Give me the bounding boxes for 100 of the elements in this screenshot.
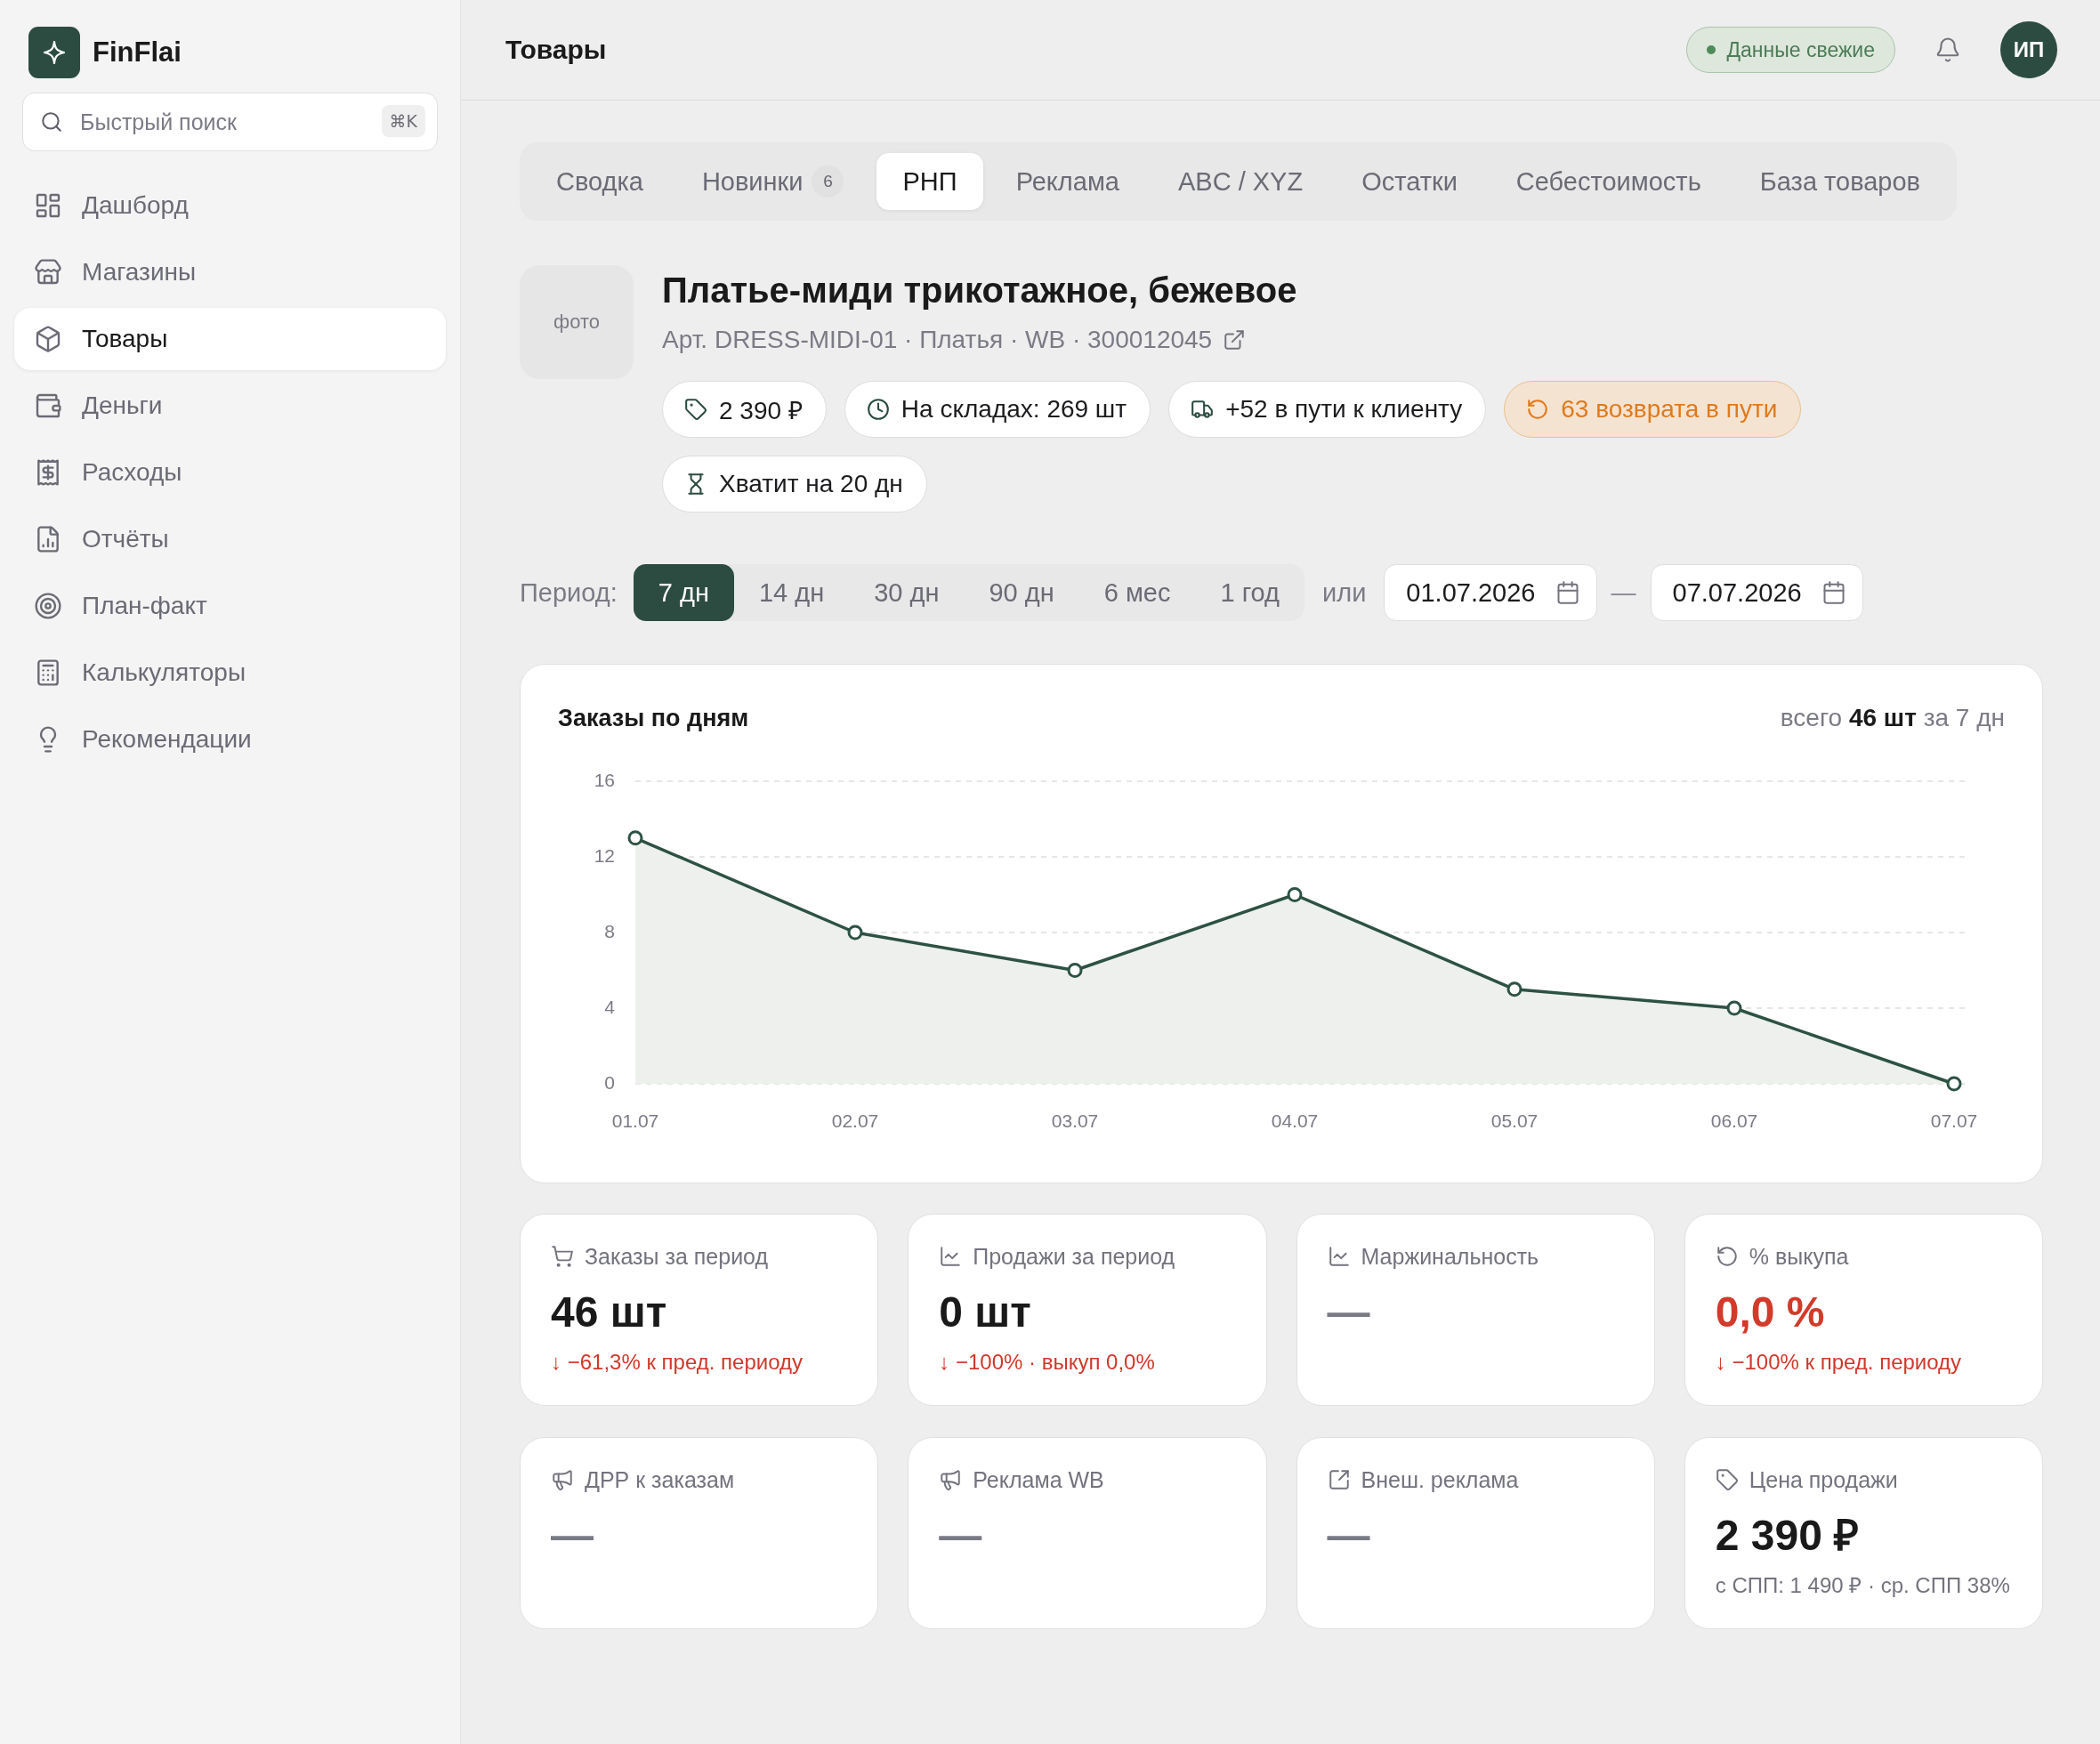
cart-icon <box>551 1245 574 1268</box>
line-chart-icon <box>939 1245 963 1268</box>
nav-item[interactable]: Товары <box>14 308 446 370</box>
avatar-button[interactable]: ИП <box>2000 21 2057 78</box>
period-label: Период: <box>520 577 618 608</box>
chart-point <box>1067 963 1083 978</box>
tab[interactable]: Новинки 6 <box>675 153 870 210</box>
megaphone-icon <box>939 1468 963 1491</box>
metric-note: с СПП: 1 490 ₽ · ср. СПП 38% <box>1715 1572 2011 1599</box>
period-option[interactable]: 14 дн <box>733 564 850 621</box>
chart-point <box>1287 887 1303 902</box>
nav-item[interactable]: Отчёты <box>14 508 446 570</box>
chip-text: +52 в пути к клиенту <box>1225 395 1463 424</box>
nav-item[interactable]: Дашборд <box>14 174 446 237</box>
nav-item[interactable]: Калькуляторы <box>14 642 446 704</box>
cube-icon <box>34 325 62 353</box>
external-link-icon[interactable] <box>1223 328 1247 351</box>
chart-point <box>627 830 643 846</box>
tab-label: Сводка <box>556 166 643 197</box>
period-option[interactable]: 30 дн <box>849 564 965 621</box>
chip-text: На складах: 269 шт <box>901 395 1127 424</box>
metric-label: % выкупа <box>1749 1243 1849 1270</box>
status-dot-icon <box>1707 45 1716 54</box>
metric-value: 0 шт <box>939 1288 1031 1337</box>
metric-value: — <box>939 1511 982 1561</box>
tab-label: РНП <box>902 166 957 197</box>
axis-label: 03.07 <box>1051 1110 1099 1131</box>
metric-label: Продажи за период <box>973 1243 1175 1270</box>
chart-point <box>1506 981 1522 997</box>
metric-value: — <box>1327 1288 1370 1337</box>
photo-caption: фото <box>553 311 600 334</box>
chip-text: Хватит на 20 дн <box>719 470 903 498</box>
axis-label: 04.07 <box>1271 1110 1319 1131</box>
tab[interactable]: РНП <box>876 153 983 210</box>
or-label: или <box>1322 577 1367 608</box>
nav-item[interactable]: Магазины <box>14 241 446 303</box>
line-chart-icon <box>1327 1245 1351 1268</box>
metric-label: Заказы за период <box>585 1243 769 1270</box>
axis-label: 4 <box>604 996 615 1017</box>
metric-note: ↓ −100% · выкуп 0,0% <box>939 1349 1156 1376</box>
axis-label: 8 <box>604 920 615 941</box>
tab-label: Новинки <box>701 166 804 197</box>
metric-note: ↓ −61,3% к пред. периоду <box>551 1349 804 1376</box>
metric-value: 0,0 % <box>1715 1288 1825 1337</box>
logo-icon <box>28 27 80 78</box>
tab[interactable]: Остатки <box>1336 153 1483 210</box>
period-option[interactable]: 6 мес <box>1078 564 1196 621</box>
metric-label: Маржинальность <box>1361 1243 1539 1270</box>
brand-name: FinFlai <box>93 36 182 69</box>
range-dash: — <box>1611 578 1636 607</box>
bell-icon <box>1934 36 1961 63</box>
axis-label: 02.07 <box>831 1110 879 1131</box>
chart-point <box>1726 1000 1742 1016</box>
rotate-arrow-icon <box>1715 1245 1739 1268</box>
status-text: Данные свежие <box>1726 37 1875 62</box>
dashboard-grid-icon <box>34 191 62 220</box>
wallet-icon <box>34 392 62 420</box>
metric-value: 46 шт <box>551 1288 667 1337</box>
product-title: Платье-миди трикотажное, бежевое <box>662 270 1298 310</box>
axis-label: 12 <box>594 844 615 866</box>
megaphone-icon <box>551 1468 574 1491</box>
notifications-button[interactable] <box>1934 36 1961 63</box>
tab[interactable]: Сводка <box>530 153 669 210</box>
tab[interactable]: База товаров <box>1733 153 1947 210</box>
tab-label: Реклама <box>1015 166 1119 197</box>
metric-value: — <box>1327 1511 1370 1561</box>
tab[interactable]: ABC / XYZ <box>1151 153 1329 210</box>
axis-label: 07.07 <box>1930 1110 1978 1131</box>
date-field[interactable]: 01.07.2026 <box>1384 564 1597 621</box>
storefront-icon <box>34 258 62 287</box>
chart-summary: всего 46 шт за 7 дн <box>1780 703 2005 733</box>
external-link-icon <box>1327 1468 1351 1491</box>
truck-icon <box>1191 398 1215 421</box>
nav-item[interactable]: Расходы <box>14 441 446 504</box>
nav-item[interactable]: План-факт <box>14 575 446 637</box>
period-option[interactable]: 1 год <box>1195 564 1304 621</box>
product-meta: Арт. DRESS-MIDI-01 · Платья · WB · 300012045 <box>662 325 1213 355</box>
target-icon <box>34 592 62 620</box>
tab[interactable]: Себестоимость <box>1490 153 1727 210</box>
chart-point <box>847 924 863 941</box>
clock-icon <box>866 398 890 421</box>
metric-label: Внеш. реклама <box>1361 1466 1519 1493</box>
date-field[interactable]: 07.07.2026 <box>1650 564 1863 621</box>
tag-icon <box>1715 1468 1739 1491</box>
metric-value: — <box>551 1511 594 1561</box>
tab-count: 6 <box>812 166 844 198</box>
axis-label: 0 <box>604 1071 615 1093</box>
metric-value: 2 390 ₽ <box>1715 1511 1860 1561</box>
tab[interactable]: Реклама <box>989 153 1145 210</box>
period-option[interactable]: 7 дн <box>633 564 734 621</box>
tab-label: Себестоимость <box>1515 166 1701 197</box>
metric-note: ↓ −100% к пред. периоду <box>1715 1349 1963 1376</box>
page-title: Товары <box>505 35 608 65</box>
nav-item[interactable]: Деньги <box>14 375 446 437</box>
tab-label: Остатки <box>1361 166 1458 197</box>
shortcut-hint: ⌘K <box>381 105 425 137</box>
chip-text: 2 390 ₽ <box>719 396 803 426</box>
nav-item[interactable]: Рекомендации <box>14 708 446 771</box>
tag-icon <box>684 398 707 421</box>
period-option[interactable]: 90 дн <box>964 564 1079 621</box>
